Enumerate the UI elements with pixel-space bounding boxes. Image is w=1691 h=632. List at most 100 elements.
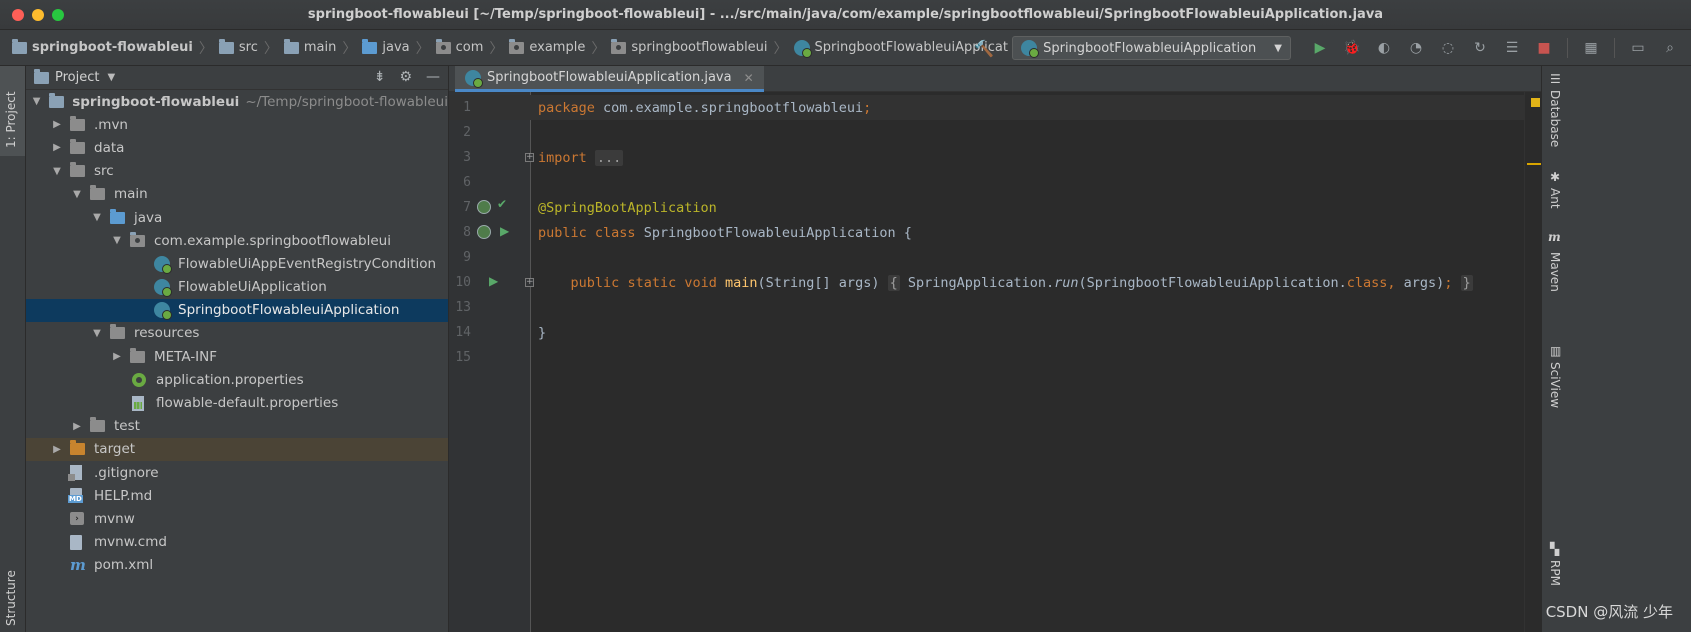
keyword: class: [1346, 274, 1388, 291]
tree-item-label: flowable-default.properties: [156, 395, 339, 412]
expand-arrow-icon[interactable]: ▼: [90, 212, 104, 223]
project-structure-button[interactable]: ▦: [1578, 35, 1604, 61]
breadcrumb-springbootflowableui[interactable]: springbootflowableui: [611, 30, 771, 65]
ant-tool-button[interactable]: ✱ Ant: [1542, 166, 1568, 216]
tree-item-src[interactable]: ▼ src: [26, 160, 448, 183]
hide-panel-icon[interactable]: —: [426, 69, 440, 85]
chevron-right-icon: 〉: [342, 40, 357, 57]
sciview-tool-button[interactable]: ▥ SciView: [1542, 342, 1568, 412]
close-icon[interactable]: ✕: [744, 71, 754, 85]
breadcrumb-com[interactable]: com: [435, 30, 488, 65]
tree-item-meta-inf[interactable]: ▶ META-INF: [26, 345, 448, 368]
collapsed-arrow-icon[interactable]: ▶: [50, 142, 64, 153]
collapsed-arrow-icon[interactable]: ▶: [70, 421, 84, 432]
zoom-window-button[interactable]: [52, 9, 64, 21]
tree-item-label: springboot-flowableui: [72, 93, 240, 110]
run-main-icon[interactable]: ▶: [489, 274, 498, 288]
folded-imports[interactable]: ...: [594, 149, 624, 166]
tree-item-java[interactable]: ▼ java: [26, 206, 448, 229]
tree-item-springbootflowableuiapplication[interactable]: SpringbootFlowableuiApplication: [26, 298, 448, 322]
spring-boot-app-icon[interactable]: ✔: [497, 197, 507, 211]
watermark: CSDN @风流 少年: [1545, 603, 1673, 621]
project-view-selector[interactable]: Project: [55, 70, 99, 85]
tree-item-data[interactable]: ▶ data: [26, 136, 448, 159]
fold-expand-icon[interactable]: +: [525, 278, 534, 287]
expand-arrow-icon[interactable]: ▼: [90, 328, 104, 339]
chevron-down-icon[interactable]: ▼: [107, 72, 115, 83]
tree-item-mvn[interactable]: ▶ .mvn: [26, 113, 448, 136]
profile-button[interactable]: ◔: [1403, 35, 1429, 61]
breadcrumb-java[interactable]: java: [362, 30, 413, 65]
editor-tab-bar: SpringbootFlowableuiApplication.java ✕: [449, 66, 1541, 92]
tree-item-flowableuiappeventregistrycondition[interactable]: FlowableUiAppEventRegistryCondition: [26, 252, 448, 275]
collapsed-arrow-icon[interactable]: ▶: [50, 119, 64, 130]
expand-arrow-icon[interactable]: ▼: [70, 189, 84, 200]
warning-stripe-mark[interactable]: [1527, 163, 1541, 165]
run-to-cursor-button[interactable]: ☰: [1499, 35, 1525, 61]
maven-tab-label: Maven: [1548, 252, 1562, 292]
run-configuration-select[interactable]: SpringbootFlowableuiApplication ▼: [1012, 36, 1291, 60]
coverage-button[interactable]: ◐: [1371, 35, 1397, 61]
tree-item-flowableuiapplication[interactable]: FlowableUiApplication: [26, 276, 448, 299]
minimize-window-button[interactable]: [32, 9, 44, 21]
update-running-app-button[interactable]: ↻: [1467, 35, 1493, 61]
package-icon: [435, 38, 451, 54]
collapsed-arrow-icon[interactable]: ▶: [110, 351, 124, 362]
tree-item-label: src: [94, 163, 114, 180]
tree-item-application-properties[interactable]: application.properties: [26, 368, 448, 391]
attach-debugger-button[interactable]: ◌: [1435, 35, 1461, 61]
structure-tool-button[interactable]: Structure: [0, 536, 25, 632]
stop-button[interactable]: ■: [1531, 35, 1557, 61]
tree-item-target[interactable]: ▶ target: [26, 437, 448, 461]
folded-brace[interactable]: {: [887, 274, 900, 291]
tree-item-test[interactable]: ▶ test: [26, 415, 448, 438]
tree-item-label: resources: [134, 325, 200, 342]
tree-item-mvnw-cmd[interactable]: mvnw.cmd: [26, 531, 448, 554]
warning-marker-icon[interactable]: [1531, 98, 1540, 107]
tree-item-resources[interactable]: ▼ resources: [26, 322, 448, 345]
spring-bean-icon[interactable]: [477, 200, 491, 214]
collapse-all-icon[interactable]: ⇟: [374, 69, 386, 85]
package-icon: [509, 38, 525, 54]
tree-item-path-hint: ~/Temp/springboot-flowableui: [245, 93, 448, 110]
code-editor[interactable]: 1 package com.example.springbootflowable…: [449, 92, 1541, 632]
presentation-button[interactable]: ▭: [1625, 35, 1651, 61]
editor-tab-springbootflowableuiapplication[interactable]: SpringbootFlowableuiApplication.java ✕: [455, 66, 764, 92]
breadcrumb-src[interactable]: src: [218, 30, 262, 65]
keyword: import: [538, 149, 587, 166]
debug-button[interactable]: 🐞: [1339, 35, 1365, 61]
gear-icon[interactable]: ⚙: [399, 69, 412, 85]
build-hammer-icon[interactable]: 🔨: [974, 39, 994, 58]
expand-arrow-icon[interactable]: ▼: [30, 96, 43, 107]
database-tool-button[interactable]: ☰ Database: [1542, 66, 1568, 156]
project-tool-button[interactable]: 1: Project: [0, 66, 25, 156]
run-class-icon[interactable]: ▶: [500, 224, 509, 238]
tree-item-package[interactable]: ▼ com.example.springbootflowableui: [26, 229, 448, 252]
breadcrumb-main[interactable]: main: [283, 30, 340, 65]
breadcrumb-label: main: [303, 40, 337, 55]
tree-item-mvnw[interactable]: › mvnw: [26, 507, 448, 530]
run-button[interactable]: ▶: [1307, 35, 1333, 61]
breadcrumb-example[interactable]: example: [509, 30, 589, 65]
fold-expand-icon[interactable]: +: [525, 153, 534, 162]
tree-item-main[interactable]: ▼ main: [26, 183, 448, 206]
breadcrumb-project[interactable]: springboot-flowableui: [12, 30, 197, 65]
tree-item-gitignore[interactable]: .gitignore: [26, 461, 448, 484]
search-everywhere-icon[interactable]: ⌕: [1657, 35, 1683, 61]
expand-arrow-icon[interactable]: ▼: [110, 235, 124, 246]
folded-brace[interactable]: }: [1460, 274, 1473, 291]
maven-tool-button[interactable]: m Maven: [1542, 230, 1568, 300]
collapsed-arrow-icon[interactable]: ▶: [50, 444, 64, 455]
spring-bean-icon[interactable]: [477, 225, 491, 239]
tree-item-pom-xml[interactable]: m pom.xml: [26, 554, 448, 577]
line-number: 6: [463, 175, 471, 190]
tree-item-label: FlowableUiAppEventRegistryCondition: [178, 255, 437, 272]
error-stripe[interactable]: [1524, 92, 1541, 632]
ant-icon: ✱: [1550, 170, 1561, 184]
tree-item-springboot-flowableui[interactable]: ▼ springboot-flowableui ~/Temp/springboo…: [26, 90, 448, 113]
tree-item-flowable-default-properties[interactable]: flowable-default.properties: [26, 391, 448, 414]
expand-arrow-icon[interactable]: ▼: [50, 166, 64, 177]
tree-item-help-md[interactable]: HELP.md: [26, 484, 448, 507]
close-window-button[interactable]: [12, 9, 24, 21]
tree-item-label: SpringbootFlowableuiApplication: [178, 302, 400, 319]
